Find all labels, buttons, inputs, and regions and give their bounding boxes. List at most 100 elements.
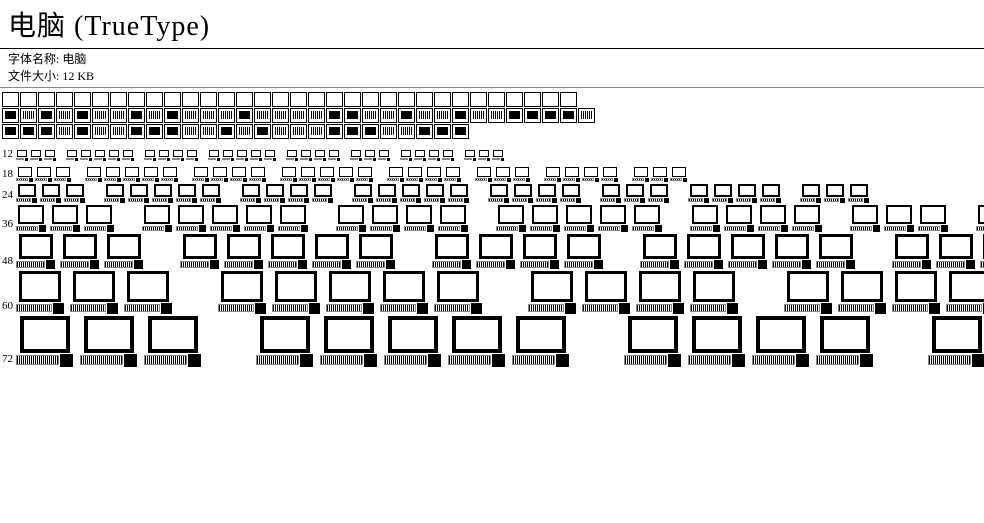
computer-glyph <box>478 144 490 162</box>
charset-glyph-box <box>74 108 91 123</box>
computer-glyph <box>476 234 515 269</box>
computer-glyph <box>378 144 390 162</box>
charset-glyph-box <box>362 92 379 107</box>
computer-glyph <box>760 184 781 203</box>
computer-glyph <box>328 144 340 162</box>
computer-glyph <box>582 271 630 314</box>
computer-glyph <box>892 234 931 269</box>
charset-glyph-box <box>2 108 19 123</box>
computer-glyph <box>60 234 99 269</box>
computer-glyph <box>16 184 37 203</box>
computer-glyph <box>200 184 221 203</box>
charset-glyph-box <box>128 108 145 123</box>
sample-glyphs <box>16 271 984 314</box>
computer-glyph <box>161 164 178 182</box>
font-name-value: 电脑 <box>62 52 86 66</box>
size-label: 12 <box>0 148 16 160</box>
computer-glyph <box>598 205 628 232</box>
charset-glyph-box <box>524 108 541 123</box>
computer-glyph <box>640 234 679 269</box>
computer-glyph <box>66 144 78 162</box>
computer-glyph <box>492 144 504 162</box>
size-label: 24 <box>0 189 16 201</box>
computer-glyph <box>210 205 240 232</box>
computer-glyph <box>54 164 71 182</box>
computer-glyph <box>272 271 320 314</box>
computer-glyph <box>475 164 492 182</box>
charset-glyph-box <box>164 92 181 107</box>
charset-glyph-box <box>110 124 127 139</box>
computer-glyph <box>144 144 156 162</box>
computer-glyph <box>240 184 261 203</box>
charset-glyph-box <box>560 92 577 107</box>
computer-glyph <box>264 144 276 162</box>
computer-glyph <box>230 164 247 182</box>
size-label: 36 <box>0 218 16 230</box>
charset-row <box>2 92 984 107</box>
computer-glyph <box>838 271 886 314</box>
computer-glyph <box>80 144 92 162</box>
computer-glyph <box>312 234 351 269</box>
computer-glyph <box>690 271 738 314</box>
charset-glyph-box <box>146 124 163 139</box>
font-preview-header: 电脑 (TrueType) <box>0 0 984 49</box>
computer-glyph <box>434 271 482 314</box>
sample-row-72: 72 <box>0 316 984 367</box>
charset-glyph-box <box>200 92 217 107</box>
computer-glyph <box>192 164 209 182</box>
charset-glyph-box <box>38 108 55 123</box>
computer-glyph <box>104 164 121 182</box>
computer-glyph <box>286 144 298 162</box>
charset-glyph-box <box>344 108 361 123</box>
computer-glyph <box>414 144 426 162</box>
computer-glyph <box>512 316 569 367</box>
computer-glyph <box>563 164 580 182</box>
computer-glyph <box>636 271 684 314</box>
computer-glyph <box>444 164 461 182</box>
computer-glyph <box>108 144 120 162</box>
font-title: 电脑 (TrueType) <box>8 4 976 44</box>
computer-glyph <box>528 271 576 314</box>
charset-glyph-box <box>272 124 289 139</box>
charset-glyph-box <box>488 92 505 107</box>
computer-glyph <box>122 144 134 162</box>
charset-glyph-box <box>38 124 55 139</box>
computer-glyph <box>400 184 421 203</box>
computer-glyph <box>94 144 106 162</box>
computer-glyph <box>70 271 118 314</box>
charset-glyph-box <box>254 124 271 139</box>
computer-glyph <box>16 144 28 162</box>
charset-glyph-box <box>20 108 37 123</box>
computer-glyph <box>632 164 649 182</box>
charset-glyph-box <box>146 92 163 107</box>
charset-glyph-box <box>128 92 145 107</box>
computer-glyph <box>772 234 811 269</box>
charset-glyph-box <box>290 108 307 123</box>
computer-glyph <box>85 164 102 182</box>
charset-glyph-box <box>380 108 397 123</box>
charset-glyph-box <box>380 124 397 139</box>
computer-glyph <box>884 205 914 232</box>
computer-glyph <box>64 184 85 203</box>
charset-glyph-box <box>290 92 307 107</box>
computer-glyph <box>288 184 309 203</box>
computer-glyph <box>299 164 316 182</box>
computer-glyph <box>792 205 822 232</box>
computer-glyph <box>278 205 308 232</box>
computer-glyph <box>158 144 170 162</box>
charset-glyph-box <box>2 92 19 107</box>
charset-glyph-box <box>416 108 433 123</box>
charset-glyph-box <box>128 124 145 139</box>
charset-glyph-box <box>326 92 343 107</box>
computer-glyph <box>918 205 948 232</box>
computer-glyph <box>244 205 274 232</box>
computer-glyph <box>152 184 173 203</box>
charset-glyph-box <box>92 108 109 123</box>
charset-glyph-box <box>380 92 397 107</box>
file-size-row: 文件大小: 12 KB <box>8 68 976 85</box>
charset-glyph-box <box>560 108 577 123</box>
charset-glyph-box <box>164 108 181 123</box>
computer-glyph <box>464 144 476 162</box>
charset-glyph-box <box>470 108 487 123</box>
computer-glyph <box>376 184 397 203</box>
